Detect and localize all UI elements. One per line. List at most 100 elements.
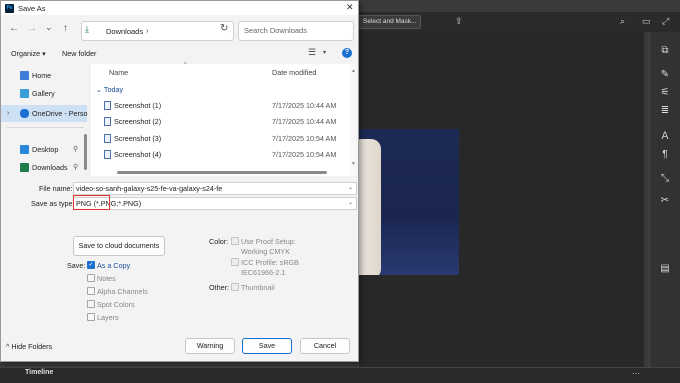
file-list-vertical-scrollbar[interactable] — [350, 64, 356, 176]
file-list-horizontal-scrollbar[interactable] — [91, 170, 350, 174]
save-options-panel: Save to cloud documents Save: ✓ As a Cop… — [1, 213, 358, 333]
paragraph-icon[interactable]: ¶ — [657, 148, 673, 162]
file-name: Screenshot (4) — [114, 150, 162, 159]
command-bar: Organize ▾ New folder ☰ ▾ ? — [1, 46, 358, 62]
phone-image-detail — [359, 139, 381, 275]
notes-label[interactable]: Notes — [97, 274, 116, 283]
address-bar[interactable]: ⤓ Downloads › ⌄ — [81, 21, 282, 41]
character-icon[interactable]: Ａ — [657, 130, 673, 144]
alpha-channels-label[interactable]: Alpha Channels — [97, 287, 148, 296]
group-header-today[interactable]: ⌄ Today — [96, 85, 123, 94]
nav-pane-scrollbar[interactable] — [84, 134, 87, 170]
expand-chevron-icon[interactable]: › — [7, 105, 9, 122]
timeline-tab[interactable]: Timeline — [25, 369, 53, 376]
more-icon[interactable]: ⋯ — [632, 369, 640, 378]
home-icon — [20, 71, 29, 80]
document-image[interactable] — [359, 129, 459, 275]
downloads-folder-icon: ⤓ — [85, 24, 89, 34]
properties-icon[interactable]: ≣ — [657, 104, 673, 118]
file-row[interactable]: Screenshot (2) 7/17/2025 10:44 AM — [91, 113, 351, 130]
as-a-copy-checkbox[interactable]: ✓ — [87, 261, 95, 269]
image-file-icon — [104, 150, 111, 159]
nav-item-label: OneDrive - Perso — [32, 109, 88, 118]
view-options-chevron-icon[interactable]: ▾ — [323, 49, 326, 56]
view-options-icon[interactable]: ☰ — [308, 47, 316, 58]
nav-item-home[interactable]: Home — [1, 67, 87, 84]
breadcrumb-separator[interactable]: › — [146, 26, 149, 35]
back-arrow-icon[interactable]: ← — [9, 24, 19, 34]
file-row[interactable]: Screenshot (3) 7/17/2025 10:54 AM — [91, 130, 351, 147]
use-proof-setup-label[interactable]: Use Proof Setup: — [241, 237, 296, 246]
hide-folders-button[interactable]: ^ Hide Folders — [6, 342, 52, 351]
refresh-icon[interactable]: ↻ — [220, 23, 228, 34]
save-button[interactable]: Save — [242, 338, 292, 354]
save-as-type-select[interactable]: PNG (*.PNG;*.PNG) ⌄ — [73, 197, 357, 210]
forward-arrow-icon[interactable]: → — [27, 24, 37, 34]
address-folder-label[interactable]: Downloads — [106, 27, 143, 36]
file-row[interactable]: Screenshot (4) 7/17/2025 10:54 AM — [91, 146, 351, 163]
tools-icon[interactable]: ✂ — [657, 194, 673, 208]
file-row[interactable]: Screenshot (1) 7/17/2025 10:44 AM — [91, 97, 351, 114]
dialog-footer: ^ Hide Folders Warning Save Cancel — [1, 334, 358, 361]
file-name-chevron-icon[interactable]: ⌄ — [348, 183, 353, 194]
organize-button[interactable]: Organize ▾ — [11, 49, 46, 58]
column-header-date[interactable]: Date modified — [272, 68, 316, 77]
nav-item-label: Gallery — [32, 89, 55, 98]
warning-button[interactable]: Warning — [185, 338, 235, 354]
alpha-channels-checkbox[interactable] — [87, 287, 95, 295]
search-input[interactable]: Search Downloads — [238, 21, 354, 41]
download-icon — [20, 163, 29, 172]
cancel-button[interactable]: Cancel — [300, 338, 350, 354]
save-as-type-chevron-icon[interactable]: ⌄ — [348, 198, 353, 209]
file-list: Name ^ Date modified ⌄ Today Screenshot … — [91, 62, 356, 176]
spot-colors-checkbox[interactable] — [87, 300, 95, 308]
close-icon[interactable]: ✕ — [346, 2, 354, 13]
photoshop-app-icon: Ps — [5, 4, 14, 13]
spot-colors-label[interactable]: Spot Colors — [97, 300, 135, 309]
other-options-label: Other: — [209, 283, 229, 292]
libraries-icon[interactable]: ⧉ — [657, 44, 673, 58]
as-a-copy-label[interactable]: As a Copy — [97, 261, 130, 270]
transform-icon[interactable]: ⤡ — [657, 172, 673, 186]
nav-item-gallery[interactable]: Gallery — [1, 85, 87, 102]
recent-locations-chevron-icon[interactable]: ⌄ — [45, 22, 53, 32]
save-to-cloud-button[interactable]: Save to cloud documents — [73, 236, 165, 256]
layers-checkbox[interactable] — [87, 313, 95, 321]
scroll-up-icon[interactable]: ▲ — [351, 68, 356, 74]
search-icon[interactable]: ⌕ — [620, 16, 625, 27]
zoom-icon[interactable]: ⤢ — [662, 16, 669, 27]
file-name-label: File name: — [39, 184, 73, 193]
nav-item-onedrive[interactable]: › OneDrive - Perso — [1, 105, 88, 122]
new-folder-button[interactable]: New folder — [62, 49, 96, 58]
file-name-field[interactable]: video-so-sanh-galaxy-s25-fe-va-galaxy-s2… — [73, 182, 357, 195]
select-and-mask-button[interactable]: Select and Mask... — [358, 15, 422, 29]
layers-label[interactable]: Layers — [97, 313, 119, 322]
thumbnail-label[interactable]: Thumbnail — [241, 283, 275, 292]
help-icon[interactable]: ? — [342, 48, 352, 58]
layers-panel-icon[interactable]: ▤ — [657, 262, 673, 276]
file-name: Screenshot (2) — [114, 117, 162, 126]
scroll-down-icon[interactable]: ▼ — [351, 161, 356, 167]
hide-folders-label: Hide Folders — [11, 342, 53, 351]
color-options-label: Color: — [209, 237, 229, 246]
adjustments-icon[interactable]: ⚟ — [657, 86, 673, 100]
pin-icon[interactable]: ⚲ — [73, 159, 78, 176]
group-chevron-icon: ⌄ — [96, 85, 103, 94]
brush-icon[interactable]: ✎ — [657, 68, 673, 82]
use-proof-setup-checkbox[interactable] — [231, 237, 239, 245]
hide-folders-chevron-icon: ^ — [6, 342, 10, 351]
nav-item-downloads[interactable]: Downloads ⚲ — [1, 159, 87, 176]
icc-profile-label[interactable]: ICC Profile: sRGB — [241, 258, 299, 267]
nav-item-desktop[interactable]: Desktop ⚲ — [1, 141, 87, 158]
thumbnail-checkbox[interactable] — [231, 283, 239, 291]
share-icon[interactable]: ⇪ — [455, 16, 463, 27]
icc-profile-checkbox[interactable] — [231, 258, 239, 266]
pin-icon[interactable]: ⚲ — [73, 141, 78, 158]
nav-item-label: Home — [32, 71, 52, 80]
workspace-icon[interactable]: ▭ — [642, 16, 651, 27]
navigation-pane: Home Gallery › OneDrive - Perso Desktop … — [1, 64, 89, 176]
up-arrow-icon[interactable]: ↑ — [63, 24, 68, 34]
horizontal-scroll-thumb[interactable] — [117, 171, 327, 174]
column-header-name[interactable]: Name — [109, 68, 128, 77]
notes-checkbox[interactable] — [87, 274, 95, 282]
